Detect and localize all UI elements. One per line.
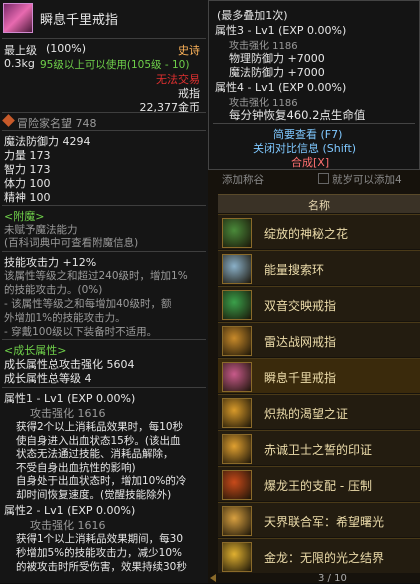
enchant-line: (百科词典中可查看附魔信息)	[4, 237, 139, 249]
list-item-label: 绽放的神秘之花	[264, 227, 349, 241]
list-item-label: 双音交映戒指	[264, 299, 337, 313]
list-item-label: 炽热的渴望之证	[264, 407, 349, 421]
ring-icon	[222, 434, 252, 464]
skill-line: 该属性等级之和超过240级时，增加1%	[4, 270, 188, 282]
list-item[interactable]: 天界联合军：希望曙光	[218, 502, 420, 537]
skill-line: - 穿戴100级以下装备时不适用。	[4, 326, 158, 338]
ring-icon	[222, 398, 252, 428]
adventurer-fame: 冒险家名望 748	[17, 117, 97, 130]
list-item[interactable]: 双音交映戒指	[218, 286, 420, 321]
list-item[interactable]: 赤诚卫士之誓的印证	[218, 430, 420, 465]
growth-line: 成长属性总等级 4	[4, 372, 92, 385]
item-list-panel: 添加称谷 就岁可以添加4 名称 绽放的神秘之花 能量搜索环双音交映戒指 雷达战网戒指…	[208, 170, 420, 584]
list-item[interactable]: 金龙：无限的光之结界	[218, 538, 420, 573]
attr1-title: 属性1 - Lv1 (EXP 0.00%)	[4, 392, 136, 405]
attr3-title: 属性3 - Lv1 (EXP 0.00%)	[215, 24, 347, 37]
synthesize-button[interactable]: 合成[X]	[291, 154, 329, 170]
weight: 0.3kg	[4, 57, 35, 70]
filter-right[interactable]: 就岁可以添加4	[332, 172, 402, 187]
ring-icon	[222, 542, 252, 572]
attr1-line: 却时间恢复速度。(觉醒技能除外)	[16, 488, 172, 501]
list-item-label: 爆龙王的支配 - 压制	[264, 479, 372, 493]
list-item[interactable]: 爆龙王的支配 - 压制	[218, 466, 420, 501]
attr4-title: 属性4 - Lv1 (EXP 0.00%)	[215, 81, 347, 94]
rarity: 史诗	[178, 44, 200, 57]
stack-note: (最多叠加1次)	[217, 9, 288, 22]
level-label: 最上级	[4, 44, 37, 57]
list-item-label: 赤诚卫士之誓的印证	[264, 443, 373, 457]
attr2-line: 的被攻击时所受伤害，效果持续30秒	[16, 561, 187, 573]
skill-line: 外增加1%的技能攻击力。	[4, 312, 126, 324]
list-item-label: 能量搜索环	[264, 263, 325, 277]
scroll-arrow-left[interactable]	[210, 574, 216, 582]
ring-icon	[222, 362, 252, 392]
ring-icon	[222, 326, 252, 356]
ring-icon	[222, 218, 252, 248]
ring-icon	[222, 254, 252, 284]
list-item[interactable]: 炽热的渴望之证	[218, 394, 420, 429]
filter-left[interactable]: 添加称谷	[222, 172, 264, 187]
stat-line: 精神 100	[4, 191, 51, 204]
ring-icon	[222, 470, 252, 500]
list-item[interactable]: 能量搜索环	[218, 250, 420, 285]
attr2-line: 秒增加5%的技能攻击力，减少10%	[16, 547, 182, 559]
compare-popup: (最多叠加1次) 属性3 - Lv1 (EXP 0.00%) 攻击强化 1186…	[208, 0, 420, 170]
list-item-label: 天界联合军：希望曙光	[264, 515, 385, 529]
attr3-line-2: 魔法防御力 +7000	[229, 66, 325, 79]
list-item-label: 雷达战网戒指	[264, 335, 337, 349]
column-name: 名称	[308, 199, 330, 212]
fame-icon	[2, 114, 15, 127]
list-header[interactable]: 名称	[218, 194, 420, 213]
attr2-line: 获得1个以上消耗品效果期间，每30	[16, 533, 184, 545]
ring-icon	[222, 506, 252, 536]
skill-line: - 该属性等级之和每增加40级时，额	[4, 298, 172, 310]
list-item-label: 瞬息千里戒指	[264, 371, 337, 385]
list-item[interactable]: 瞬息千里戒指	[218, 358, 420, 393]
use-requirement: 95级以上可以使用(105级 - 10)	[40, 59, 190, 71]
page-indicator: 3 / 10	[318, 573, 347, 584]
item-tooltip: 瞬息千里戒指 最上级 (100%) 史诗 0.3kg 95级以上可以使用(105…	[0, 0, 209, 583]
level-pct: (100%)	[46, 42, 87, 55]
skill-line: 的技能攻击力。(0%)	[4, 284, 103, 296]
attr4-line: 每分钟恢复460.2点生命值	[229, 108, 366, 122]
ring-icon	[222, 290, 252, 320]
list-item[interactable]: 绽放的神秘之花	[218, 214, 420, 249]
attr2-title: 属性2 - Lv1 (EXP 0.00%)	[4, 504, 136, 517]
list-item-label: 金龙：无限的光之结界	[264, 551, 385, 565]
item-icon	[3, 3, 33, 33]
filter-checkbox[interactable]	[318, 173, 329, 184]
item-name: 瞬息千里戒指	[40, 13, 119, 28]
list-item[interactable]: 雷达战网戒指	[218, 322, 420, 357]
